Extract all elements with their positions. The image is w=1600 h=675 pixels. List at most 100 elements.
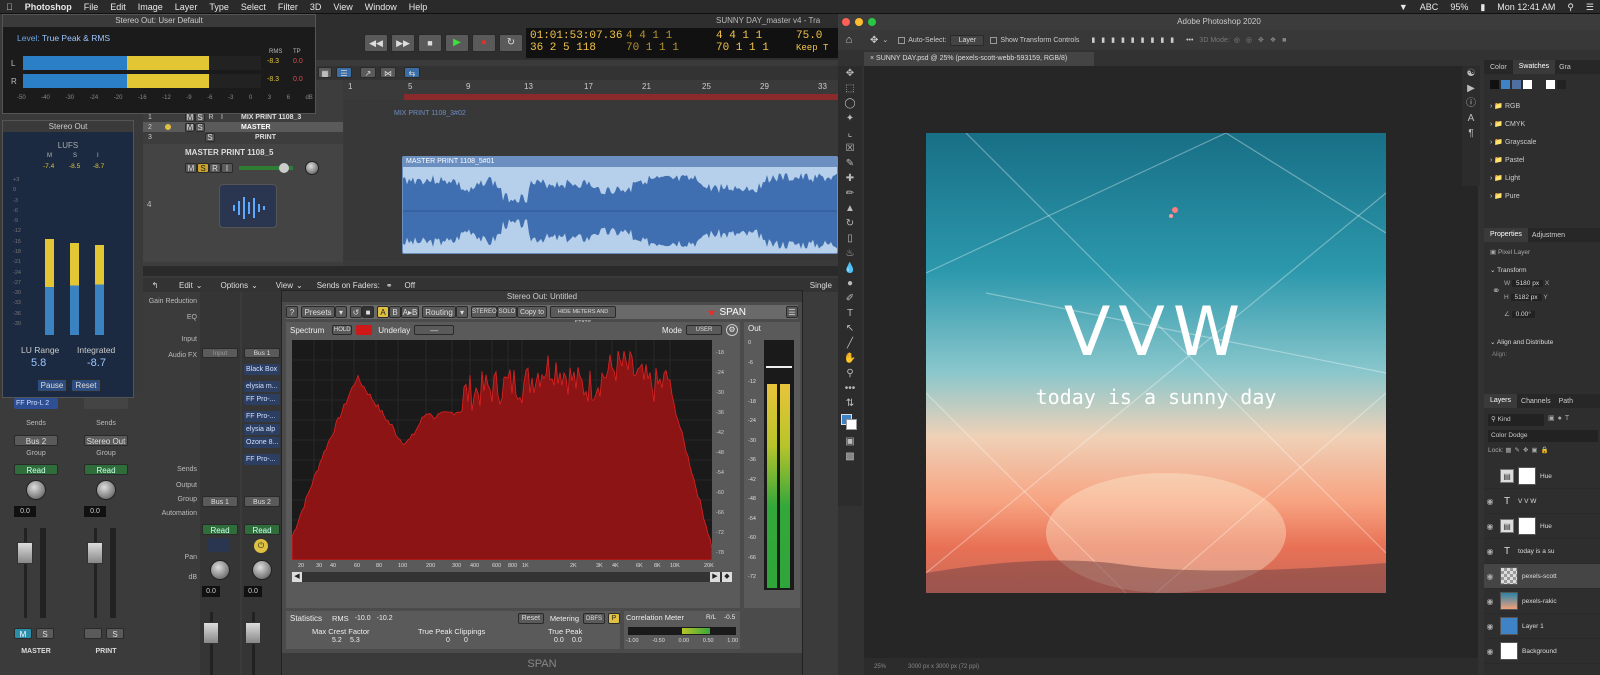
underlay-select[interactable]: —	[414, 325, 455, 335]
height-input[interactable]: 5182 px	[1510, 294, 1542, 301]
menu-image[interactable]: Image	[132, 0, 169, 14]
pan-knob[interactable]	[96, 480, 116, 500]
transform-section[interactable]: ⌄ Transform	[1490, 266, 1527, 274]
track-name[interactable]: MASTER PRINT 1108_5	[185, 148, 273, 157]
forward-button[interactable]: ▶▶	[391, 34, 415, 52]
arrange-area[interactable]: MIX PRINT 1108_3#02 MASTER PRINT 1108_5#…	[344, 100, 838, 260]
menu-view[interactable]: View	[327, 0, 358, 14]
more-icon[interactable]: •••	[1186, 37, 1193, 44]
stereo-button[interactable]: STEREO	[471, 306, 497, 318]
character-panel-icon[interactable]: A	[1464, 112, 1478, 126]
pan-knob[interactable]	[305, 161, 319, 175]
mixer-options-menu[interactable]: Options	[221, 281, 249, 290]
tab-channels[interactable]: Channels	[1517, 398, 1555, 405]
eye-icon[interactable]: ◉	[1484, 597, 1496, 606]
plugin-slot[interactable]: elysia alp	[244, 424, 280, 435]
play-button[interactable]: ▶	[445, 34, 469, 52]
automation-read[interactable]: Read	[14, 464, 58, 475]
reset-button[interactable]: Reset	[71, 379, 101, 392]
tab-color[interactable]: Color	[1484, 64, 1513, 71]
angle-input[interactable]: 0.00°	[1511, 311, 1535, 318]
solo-button[interactable]: S	[195, 122, 205, 132]
history-panel-icon[interactable]: ☯	[1464, 67, 1478, 81]
tab-gradients[interactable]: Gra	[1555, 64, 1575, 71]
presets-dropdown-icon[interactable]: ▾	[335, 306, 347, 318]
color-chips[interactable]	[838, 412, 862, 434]
apple-icon[interactable]: 	[0, 0, 19, 14]
eye-icon[interactable]: ◉	[1484, 572, 1496, 581]
crop-tool-icon[interactable]: ⌞	[843, 127, 857, 141]
solo-button[interactable]: SOLO	[497, 306, 517, 318]
type-tool-icon[interactable]: T	[843, 307, 857, 321]
eye-icon[interactable]: ◉	[1484, 497, 1496, 506]
healing-tool-icon[interactable]: ✚	[843, 172, 857, 186]
mute-button[interactable]: M	[14, 628, 32, 639]
plugin-slot[interactable]: Ozone 8...	[244, 437, 280, 448]
marquee-tool-icon[interactable]: ⬚	[843, 82, 857, 96]
menu-select[interactable]: Select	[235, 0, 272, 14]
track-name[interactable]: PRINT	[255, 134, 276, 141]
align-section[interactable]: ⌄ Align and Distribute	[1490, 338, 1553, 346]
eraser-tool-icon[interactable]: ▯	[843, 232, 857, 246]
plugin-slot-empty[interactable]	[84, 398, 128, 409]
track-name[interactable]: MASTER	[241, 124, 271, 131]
history-brush-icon[interactable]: ↻	[843, 217, 857, 231]
pause-button[interactable]: Pause	[37, 379, 67, 392]
automation-read[interactable]: Read	[244, 524, 280, 535]
mixer-single-button[interactable]: Single	[810, 281, 832, 290]
swap-colors-icon[interactable]: ⇅	[843, 397, 857, 411]
dodge-tool-icon[interactable]: ●	[843, 277, 857, 291]
zoom-tool-icon[interactable]: ⚲	[843, 367, 857, 381]
spectrum-display[interactable]	[291, 340, 713, 561]
mixer-edit-menu[interactable]: Edit	[179, 281, 193, 290]
automation-read[interactable]: Read	[84, 464, 128, 475]
pen-tool-icon[interactable]: ✐	[843, 292, 857, 306]
layer-row[interactable]: ◉ ▤ Hue	[1484, 514, 1600, 539]
level-meter-title[interactable]: Stereo Out: User Default	[3, 15, 315, 27]
actions-panel-icon[interactable]: ▶	[1464, 82, 1478, 96]
home-icon[interactable]: ⌂	[838, 34, 860, 46]
line-tool-icon[interactable]: ╱	[843, 337, 857, 351]
automation-read[interactable]: Read	[202, 524, 238, 535]
region-small-label[interactable]: MIX PRINT 1108_3#02	[394, 110, 466, 117]
track-row[interactable]: 2 MS MASTER	[143, 122, 343, 132]
power-icon[interactable]: ⏻	[254, 539, 268, 553]
pan-knob[interactable]	[252, 560, 272, 580]
track-volume-slider[interactable]	[239, 163, 293, 173]
region-name[interactable]: MASTER PRINT 1108_5#01	[403, 157, 837, 167]
auto-select-checkbox[interactable]	[898, 36, 906, 44]
artwork-title[interactable]: VVW	[926, 293, 1386, 372]
3d-icons[interactable]: ◎◎✥❖■	[1234, 36, 1293, 44]
stop-button[interactable]: ■	[418, 34, 442, 52]
layer-row[interactable]: ◉ Layer 1	[1484, 614, 1600, 639]
record-button[interactable]: ●	[472, 34, 496, 52]
swatch-group[interactable]: › 📁 RGB	[1490, 98, 1536, 116]
strip-output[interactable]: Bus 1	[202, 496, 238, 507]
stamp-tool-icon[interactable]: ▲	[843, 202, 857, 216]
menu-layer[interactable]: Layer	[169, 0, 204, 14]
mixer-view-menu[interactable]: View	[276, 281, 293, 290]
volume-thumb[interactable]	[279, 163, 289, 173]
eyedropper-tool-icon[interactable]: ✎	[843, 157, 857, 171]
tab-layers[interactable]: Layers	[1484, 394, 1518, 408]
eye-icon[interactable]: ◉	[1484, 647, 1496, 656]
layer-filter-kind[interactable]: ⚲ Kind	[1488, 414, 1544, 426]
swatch[interactable]	[1490, 80, 1499, 89]
loudness-title[interactable]: Stereo Out	[3, 121, 133, 132]
plugin-slot[interactable]: Black Box	[244, 364, 280, 375]
sends-on-faders-select[interactable]: Off	[405, 281, 465, 290]
menu-window[interactable]: Window	[359, 0, 403, 14]
metering-select[interactable]: DBFS	[583, 613, 605, 624]
plugin-slot[interactable]: FF Pro-...	[244, 411, 280, 422]
routing-dropdown-icon[interactable]: ▾	[456, 306, 468, 318]
swatch[interactable]	[1501, 80, 1510, 89]
plugin-slot[interactable]: FF Pro-L 2	[14, 398, 58, 409]
level-mode-select[interactable]: True Peak & RMS	[42, 33, 110, 43]
screen-mode-icon[interactable]: ▩	[843, 450, 857, 464]
presets-button[interactable]: Presets	[301, 306, 335, 318]
layer-row[interactable]: ◉ T V V W	[1484, 489, 1600, 514]
lasso-tool-icon[interactable]: ◯	[843, 97, 857, 111]
document-tab[interactable]: × SUNNY DAY.psd @ 25% (pexels-scott-webb…	[864, 52, 1094, 66]
tab-swatches[interactable]: Swatches	[1512, 60, 1556, 74]
lock-icons[interactable]: ▦✎✥▣🔒	[1505, 447, 1551, 454]
